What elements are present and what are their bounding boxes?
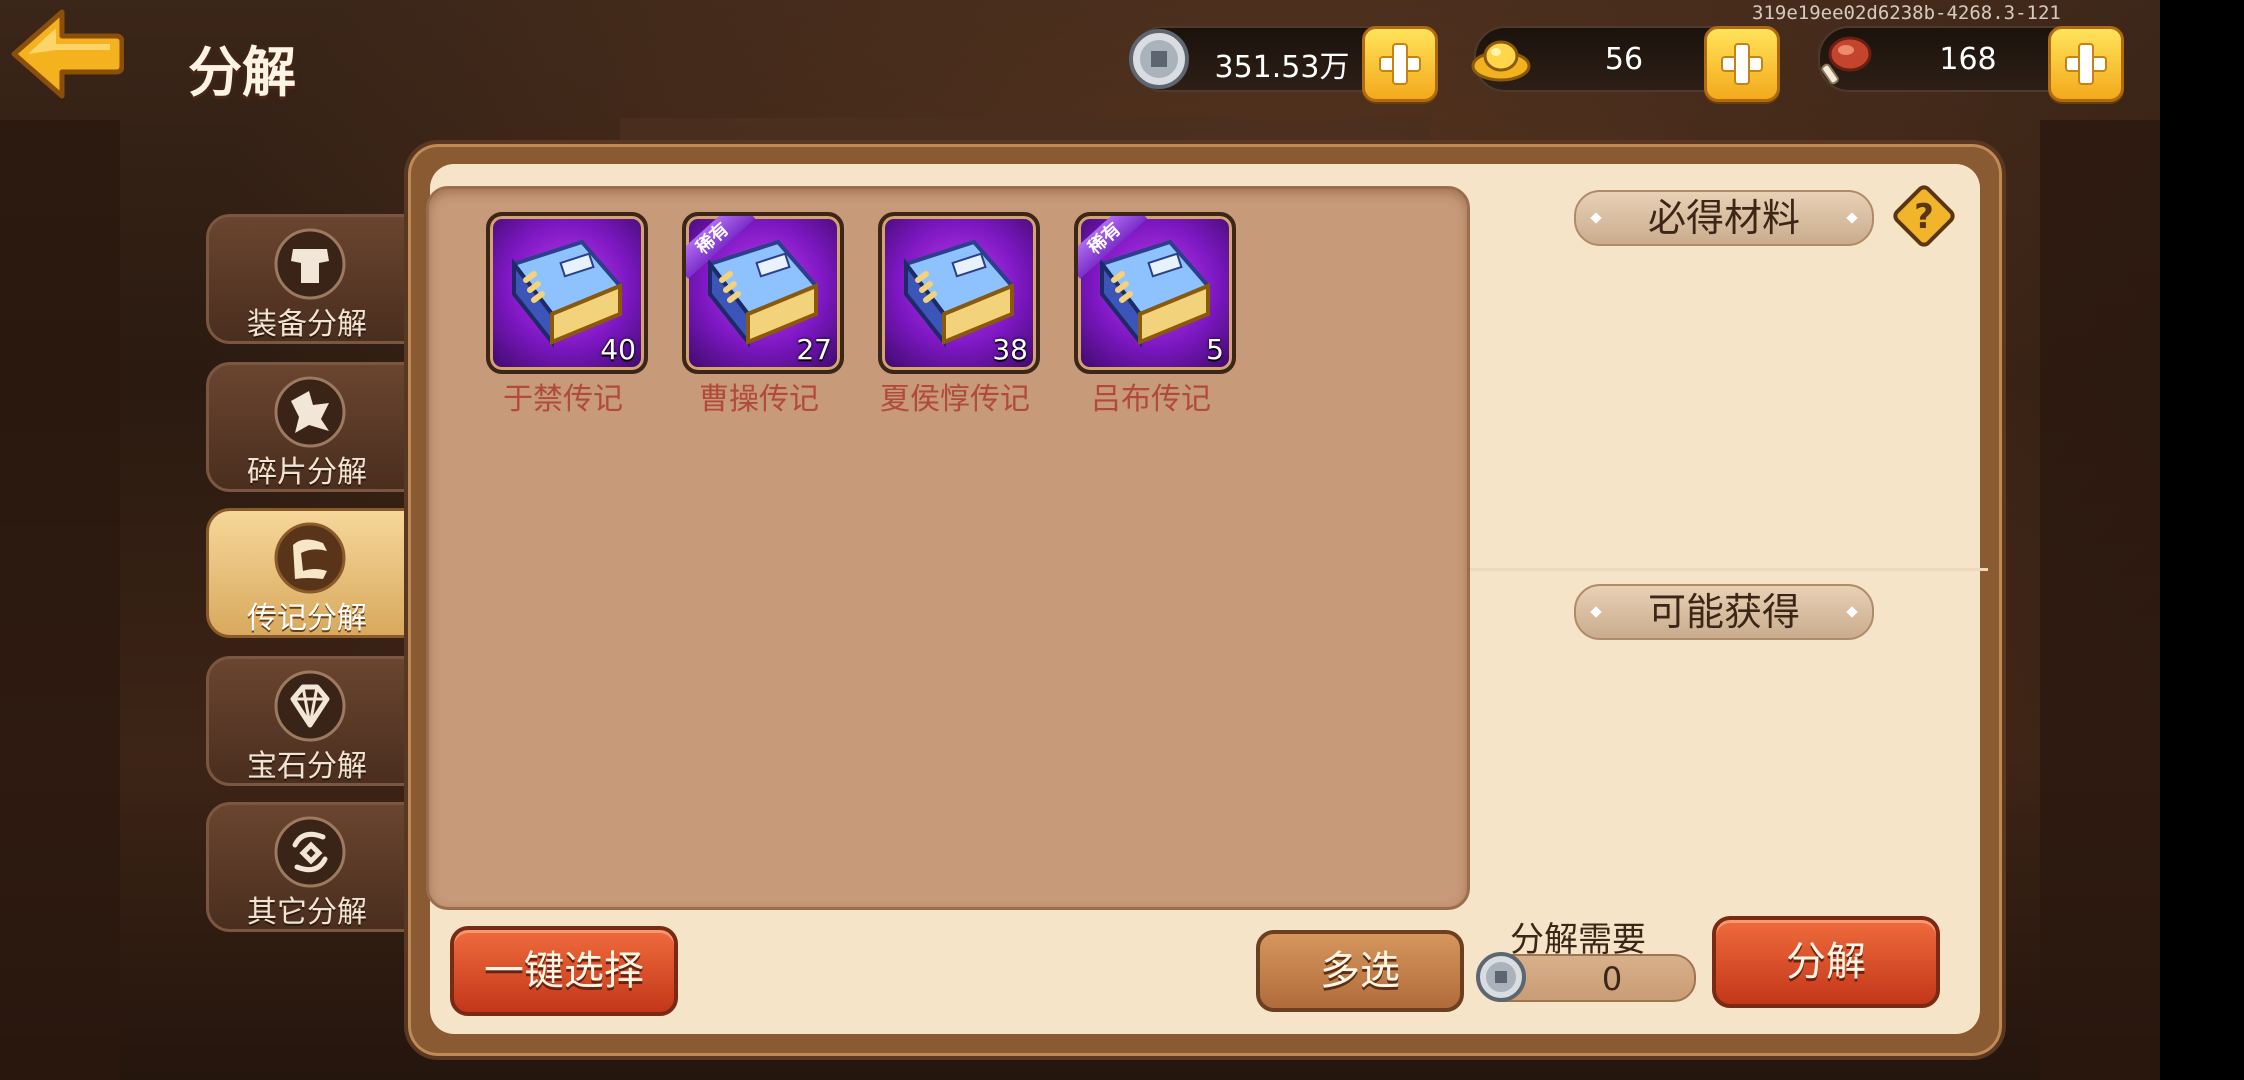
back-button[interactable] bbox=[6, 6, 125, 102]
item-card[interactable]: 38 夏侯惇传记 bbox=[878, 212, 1040, 422]
resource-ingot-value: 56 bbox=[1604, 42, 1644, 77]
scroll-icon bbox=[274, 522, 346, 594]
multi-select-button[interactable]: 多选 bbox=[1256, 930, 1464, 1012]
item-card[interactable]: 稀有 27 曹操传记 bbox=[682, 212, 844, 422]
item-slot: 稀有 5 bbox=[1074, 212, 1236, 374]
meat-drumstick-icon bbox=[1821, 36, 1872, 85]
help-button[interactable]: ? bbox=[1888, 180, 1960, 252]
cost-bar: 0 bbox=[1476, 952, 1696, 1002]
coin-icon bbox=[1129, 29, 1189, 89]
tab-equipment-decompose[interactable]: 装备分解 bbox=[206, 214, 408, 344]
background-pillar-left bbox=[0, 120, 120, 1080]
page-title: 分解 bbox=[188, 41, 296, 104]
item-count: 27 bbox=[796, 333, 832, 366]
auto-select-button[interactable]: 一键选择 bbox=[450, 926, 678, 1016]
item-name: 吕布传记 bbox=[1091, 382, 1211, 417]
resource-silver: 351.53万 bbox=[1129, 26, 1438, 102]
build-id: 319e19ee02d6238b-4268.3-121 bbox=[1752, 2, 2061, 24]
tab-biography-decompose[interactable]: 传记分解 bbox=[206, 508, 408, 638]
tab-other-decompose[interactable]: 其它分解 bbox=[206, 802, 408, 932]
gem-icon bbox=[274, 670, 346, 742]
resource-stamina-value: 168 bbox=[1939, 42, 1997, 77]
coin-icon bbox=[1476, 952, 1526, 1002]
tab-fragment-decompose[interactable]: 碎片分解 bbox=[206, 362, 408, 492]
item-card[interactable]: 稀有 5 吕布传记 bbox=[1074, 212, 1236, 422]
resource-ingot: 56 bbox=[1471, 26, 1780, 102]
swirl-icon bbox=[274, 816, 346, 888]
armor-icon bbox=[274, 228, 346, 300]
item-card[interactable]: 40 于禁传记 bbox=[486, 212, 648, 422]
tab-label: 装备分解 bbox=[247, 307, 367, 342]
item-name: 夏侯惇传记 bbox=[880, 382, 1030, 417]
item-slot: 38 bbox=[878, 212, 1040, 374]
tab-label: 传记分解 bbox=[247, 601, 367, 636]
tab-label: 其它分解 bbox=[247, 895, 367, 930]
add-silver-button[interactable] bbox=[1362, 26, 1438, 102]
svg-text:?: ? bbox=[1914, 197, 1934, 237]
background-beam bbox=[620, 118, 1430, 142]
possible-rewards-title: 可能获得 bbox=[1574, 584, 1874, 640]
item-count: 38 bbox=[992, 333, 1028, 366]
background-pillar-right bbox=[2040, 120, 2160, 1080]
cost-value: 0 bbox=[1601, 960, 1623, 998]
fragment-icon bbox=[274, 376, 346, 448]
add-ingot-button[interactable] bbox=[1704, 26, 1780, 102]
add-stamina-button[interactable] bbox=[2048, 26, 2124, 102]
resource-stamina: 168 bbox=[1818, 26, 2124, 102]
arrow-left-icon bbox=[11, 9, 125, 99]
item-slot: 40 bbox=[486, 212, 648, 374]
ingot-icon bbox=[1471, 40, 1531, 82]
resource-silver-value: 351.53万 bbox=[1214, 50, 1350, 85]
question-mark-icon: ? bbox=[1893, 185, 1955, 247]
tab-gem-decompose[interactable]: 宝石分解 bbox=[206, 656, 408, 786]
decompose-button[interactable]: 分解 bbox=[1712, 916, 1940, 1008]
item-name: 于禁传记 bbox=[503, 382, 623, 417]
guaranteed-materials-title: 必得材料 bbox=[1574, 190, 1874, 246]
tab-label: 宝石分解 bbox=[247, 749, 367, 784]
panel-divider bbox=[1470, 568, 1988, 571]
item-count: 40 bbox=[600, 333, 636, 366]
book-icon bbox=[1098, 239, 1212, 348]
item-slot: 稀有 27 bbox=[682, 212, 844, 374]
system-nav-strip bbox=[2160, 0, 2244, 1080]
tab-label: 碎片分解 bbox=[247, 455, 367, 490]
item-count: 5 bbox=[1206, 333, 1224, 366]
item-name: 曹操传记 bbox=[699, 382, 819, 417]
